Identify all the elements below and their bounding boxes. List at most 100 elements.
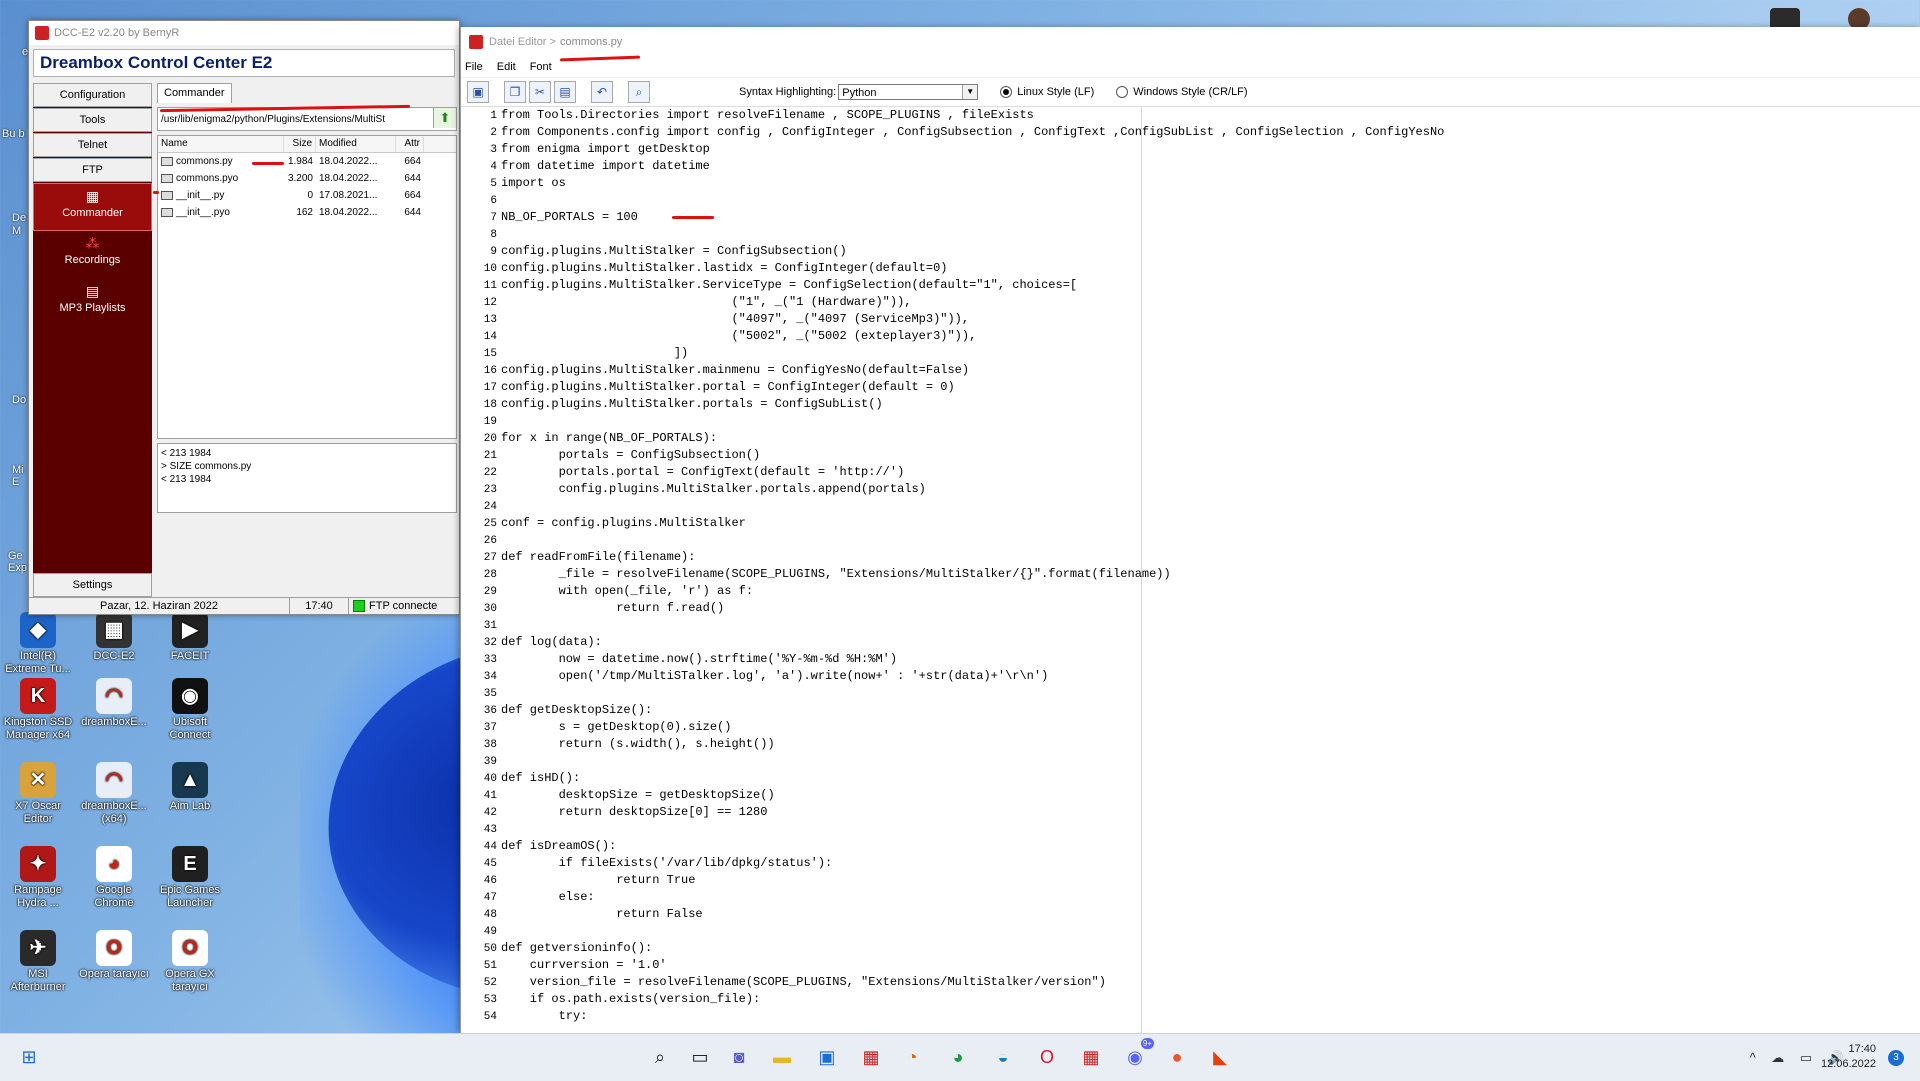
code-editor[interactable]: 1 from Tools.Directories import resolveFi… bbox=[461, 107, 1920, 1033]
desktop-icon-label: dreamboxE... (x64) bbox=[81, 800, 147, 825]
line-number: 29 bbox=[483, 586, 497, 598]
file-attr: 644 bbox=[404, 173, 421, 184]
desktop-icon[interactable]: O Opera tarayıcı bbox=[76, 930, 152, 981]
dcc-titlebar[interactable]: DCC-E2 v2.20 by BernyR bbox=[29, 21, 459, 45]
desktop-icon[interactable]: ✈ MSI Afterburner bbox=[0, 930, 76, 994]
editor-toolbar: ▣ ❐ ✂ ▤ ↶ ⌕ Syntax Highlighting: Python … bbox=[461, 77, 1920, 107]
file-list[interactable]: Name Size Modified Attr commons.py 1.984… bbox=[157, 135, 457, 439]
line-number: 16 bbox=[483, 365, 497, 377]
column-attr[interactable]: Attr bbox=[396, 136, 424, 152]
ftp-log[interactable]: < 213 1984 > SIZE commons.py < 213 1984 bbox=[157, 443, 457, 513]
undo-icon[interactable]: ↶ bbox=[591, 81, 613, 103]
menu-font[interactable]: Font bbox=[530, 61, 552, 73]
desktop-icon-label: Aim Lab bbox=[169, 800, 211, 812]
edge-label[interactable]: Mi E bbox=[12, 464, 26, 488]
discord-icon[interactable]: ◉ 9+ bbox=[1120, 1038, 1154, 1072]
tab-commander[interactable]: Commander bbox=[157, 83, 232, 103]
desktop-icon[interactable]: ▶ FACEIT bbox=[152, 612, 228, 663]
search-icon[interactable]: ⌕ bbox=[645, 1042, 675, 1072]
desktop-icon[interactable]: ◕ Google Chrome bbox=[76, 846, 152, 910]
firefox-icon[interactable]: ◔ bbox=[897, 1042, 927, 1072]
file-row[interactable]: commons.py 1.984 18.04.2022... 664 bbox=[158, 153, 456, 170]
editor-titlebar[interactable]: Datei Editor > commons.py bbox=[461, 27, 1920, 57]
cut-icon[interactable]: ✂ bbox=[529, 81, 551, 103]
desktop-icon[interactable]: ◠ dreamboxE... (x64) bbox=[76, 762, 152, 826]
nav-telnet-button[interactable]: Telnet bbox=[33, 133, 152, 157]
desktop-icon[interactable]: ✦ Rampage Hydra ... bbox=[0, 846, 76, 910]
taskbar-clock[interactable]: 17:40 12.06.2022 bbox=[1821, 1042, 1876, 1072]
desktop-icon-label: MSI Afterburner bbox=[10, 968, 66, 993]
edge-icon[interactable]: ◒ bbox=[988, 1042, 1018, 1072]
upload-icon[interactable]: ⬆ bbox=[433, 108, 456, 128]
file-row[interactable]: __init__.py 0 17.08.2021... 664 bbox=[158, 187, 456, 204]
file-explorer-icon[interactable]: ▬ bbox=[767, 1042, 797, 1072]
desktop-icon[interactable]: ▦ DCC-E2 bbox=[76, 612, 152, 663]
dcc-editor-taskbar-icon[interactable]: ▦ bbox=[1076, 1042, 1106, 1072]
paste-icon[interactable]: ▤ bbox=[554, 81, 576, 103]
chrome-taskbar-icon[interactable]: ◕ bbox=[943, 1042, 973, 1072]
file-row[interactable]: commons.pyo 3.200 18.04.2022... 644 bbox=[158, 170, 456, 187]
nav-ftp-button[interactable]: FTP bbox=[33, 158, 152, 182]
line-number: 22 bbox=[483, 467, 497, 479]
nav-recordings-button[interactable]: ⁂ Recordings bbox=[33, 231, 152, 279]
search-icon[interactable]: ⌕ bbox=[628, 81, 650, 103]
teams-chat-icon[interactable]: ◙ bbox=[724, 1042, 754, 1072]
line-number: 38 bbox=[483, 739, 497, 751]
nav-tools-button[interactable]: Tools bbox=[33, 108, 152, 132]
desktop-icon[interactable]: ▲ Aim Lab bbox=[152, 762, 228, 813]
save-icon[interactable]: ▣ bbox=[467, 81, 489, 103]
editor-menubar: File Edit Font bbox=[461, 57, 1920, 77]
status-ftp: FTP connecte bbox=[369, 600, 438, 612]
menu-edit[interactable]: Edit bbox=[497, 61, 516, 73]
dcc-taskbar-icon[interactable]: ▦ bbox=[856, 1042, 886, 1072]
opera-taskbar-icon[interactable]: O bbox=[1032, 1042, 1062, 1072]
notification-badge[interactable]: 3 bbox=[1888, 1050, 1904, 1066]
desktop-icon[interactable]: ◠ dreamboxE... bbox=[76, 678, 152, 729]
column-size[interactable]: Size bbox=[284, 136, 316, 152]
store-icon[interactable]: ▣ bbox=[812, 1042, 842, 1072]
red-underline-file bbox=[252, 162, 284, 165]
edge-label[interactable]: Ge Exp bbox=[8, 550, 28, 574]
code-text: portals = ConfigSubsection() bbox=[501, 448, 761, 462]
line-number: 9 bbox=[490, 246, 497, 258]
file-row[interactable]: __init__.pyo 162 18.04.2022... 644 bbox=[158, 204, 456, 221]
desktop-icon[interactable]: ✕ X7 Oscar Editor bbox=[0, 762, 76, 826]
menu-file[interactable]: File bbox=[465, 61, 483, 73]
aimp-icon[interactable]: ◣ bbox=[1205, 1042, 1235, 1072]
line-number: 21 bbox=[483, 450, 497, 462]
desktop-icon[interactable]: K Kingston SSD Manager x64 bbox=[0, 678, 76, 742]
code-text: config.plugins.MultiStalker.lastidx = Co… bbox=[501, 261, 948, 275]
nav-mp3-playlists-button[interactable]: ▤ MP3 Playlists bbox=[33, 279, 152, 327]
code-text: ]) bbox=[501, 346, 689, 360]
column-name[interactable]: Name bbox=[158, 136, 284, 152]
dcc-left-nav: Configuration Tools Telnet FTP ▦ Command… bbox=[33, 83, 152, 597]
edge-label[interactable]: Bu b bbox=[2, 128, 25, 140]
column-modified[interactable]: Modified bbox=[316, 136, 396, 152]
desktop-icon[interactable]: ◆ Intel(R) Extreme Tu... bbox=[0, 612, 76, 676]
desktop-icon[interactable]: ◉ Ubisoft Connect bbox=[152, 678, 228, 742]
line-number: 36 bbox=[483, 705, 497, 717]
mp3-playlist-icon: ▤ bbox=[85, 283, 100, 299]
file-icon bbox=[161, 207, 173, 217]
nav-configuration-button[interactable]: Configuration bbox=[33, 83, 152, 107]
code-text: ("1", _("1 (Hardware)")), bbox=[501, 295, 912, 309]
syntax-select[interactable]: Python ▼ bbox=[838, 84, 979, 100]
code-line: 11 config.plugins.MultiStalker.ServiceTyp… bbox=[461, 277, 1920, 294]
code-line: 15 ]) bbox=[461, 345, 1920, 362]
copy-icon[interactable]: ❐ bbox=[504, 81, 526, 103]
radio-windows[interactable]: Windows Style (CR/LF) bbox=[1116, 86, 1248, 98]
edge-label[interactable]: Do bbox=[12, 394, 26, 406]
line-number: 12 bbox=[483, 297, 497, 309]
chrome-icon: ◕ bbox=[96, 846, 132, 882]
file-modified: 18.04.2022... bbox=[319, 156, 378, 167]
nav-settings-button[interactable]: Settings bbox=[33, 573, 152, 597]
start-icon[interactable]: ⊞ bbox=[14, 1042, 44, 1072]
radio-linux[interactable]: Linux Style (LF) bbox=[1000, 86, 1094, 98]
edge-label[interactable]: De M bbox=[12, 212, 26, 238]
maps-icon[interactable]: ● bbox=[1162, 1042, 1192, 1072]
desktop-icon[interactable]: E Epic Games Launcher bbox=[152, 846, 228, 910]
nav-commander-button[interactable]: ▦ Commander bbox=[33, 183, 152, 231]
desktop-icon[interactable]: O Opera GX tarayıcı bbox=[152, 930, 228, 994]
task-view-icon[interactable]: ▭ bbox=[685, 1042, 715, 1072]
file-attr: 664 bbox=[404, 156, 421, 167]
